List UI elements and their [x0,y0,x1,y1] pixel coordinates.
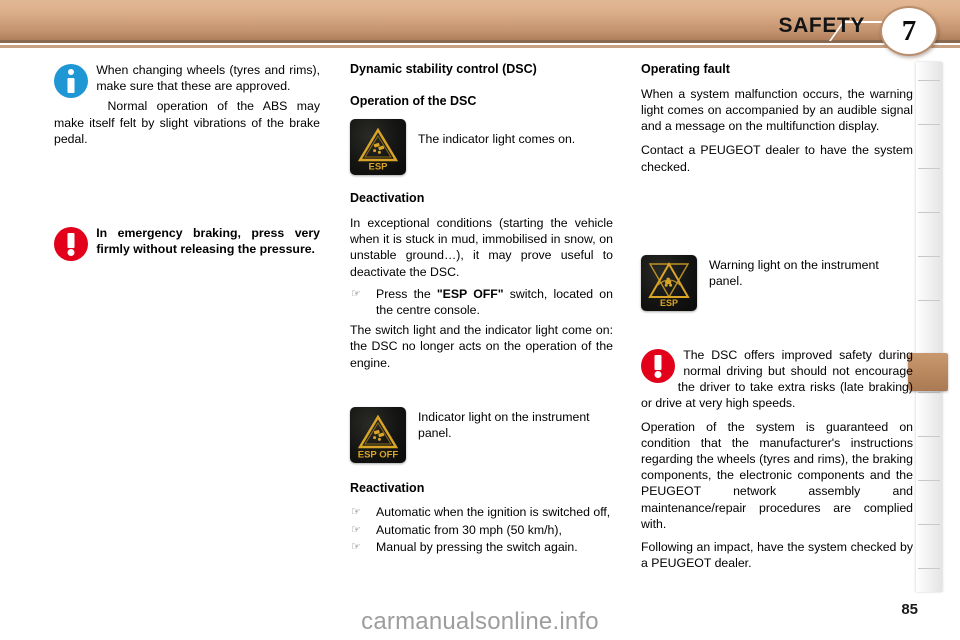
bullet-text-pre: Press the [376,286,437,301]
tab-tick [918,168,940,169]
info-callout: When changing wheels (tyres and rims), m… [54,62,320,147]
pointer-hand-icon: ☞ [351,287,361,300]
list-item: ☞ Manual by pressing the switch again. [350,539,613,555]
dsc-reactivation-heading: Reactivation [350,480,425,495]
svg-text:ESP OFF: ESP OFF [358,449,399,460]
right-column: Operating fault When a system malfunctio… [641,62,913,572]
dsc-deactivation-bullets: ☞ Press the "ESP OFF" switch, located on … [350,286,613,318]
pointer-hand-icon: ☞ [351,506,361,519]
esp-warning-light-row: ESP Warning light on the instrument pane… [641,254,913,311]
tab-tick [918,80,940,81]
site-watermark: carmanualsonline.info [361,608,599,635]
dsc-deactivation-heading: Deactivation [350,191,425,206]
tab-tick [918,212,940,213]
dsc-indicator-row: ESP The indicator light comes on. [350,119,613,176]
page-title: SAFETY [778,14,865,37]
bullet-text-bold: "ESP OFF" [436,286,504,301]
tab-tick [918,524,940,525]
dsc-reactivation-bullets: ☞ Automatic when the ignition is switched… [350,504,613,555]
esp-warning-light-icon: ESP [641,254,697,311]
reactivation-bullet-2: Automatic from 30 mph (50 km/h), [376,522,562,537]
dsc-deactivation-paragraph-1: In exceptional conditions (starting the … [350,215,613,279]
list-item: ☞ Automatic when the ignition is switched… [350,504,613,520]
warning-exclamation-icon [641,348,675,383]
esp-off-indicator-row: ESP OFF Indicator light on the instrumen… [350,406,613,463]
list-item: ☞ Press the "ESP OFF" switch, located on … [350,286,613,318]
info-callout-paragraph-2: Normal operation of the ABS may make its… [54,99,320,146]
dsc-deactivation-paragraph-2: The switch light and the indicator light… [350,323,613,370]
dsc-safety-warning-callout: The DSC offers improved safety during no… [641,347,913,572]
tab-tick [918,392,940,393]
header-rule-tan [0,45,960,48]
svg-text:ESP: ESP [660,298,678,308]
dsc-indicator-caption: The indicator light comes on. [418,132,576,147]
dsc-operation-heading: Operation of the DSC [350,93,477,108]
middle-column: Dynamic stability control (DSC) Operatio… [350,62,613,559]
warning-exclamation-icon [54,227,88,262]
dsc-warning-paragraph-3: Following an impact, have the system che… [641,540,913,571]
emergency-braking-callout: In emergency braking, press very firmly … [54,225,320,273]
reactivation-bullet-3: Manual by pressing the switch again. [376,539,578,554]
dsc-section-title: Dynamic stability control (DSC) [350,62,537,76]
left-column: When changing wheels (tyres and rims), m… [54,62,320,273]
operating-fault-heading: Operating fault [641,62,730,76]
pointer-hand-icon: ☞ [351,540,361,553]
esp-warning-light-caption: Warning light on the instrument panel. [709,257,879,288]
dsc-warning-paragraph-2: Operation of the system is guaranteed on… [641,419,913,531]
list-item: ☞ Automatic from 30 mph (50 km/h), [350,522,613,538]
tab-tick [918,568,940,569]
svg-text:ESP: ESP [368,162,388,173]
info-icon [54,64,88,98]
current-chapter-tab-marker [908,353,948,391]
esp-indicator-light-icon: ESP [350,119,406,176]
reactivation-bullet-1: Automatic when the ignition is switched … [376,505,611,520]
operating-fault-paragraph-2: Contact a PEUGEOT dealer to have the sys… [641,143,913,174]
operating-fault-paragraph-1: When a system malfunction occurs, the wa… [641,86,913,134]
info-callout-paragraph-1: When changing wheels (tyres and rims), m… [96,63,320,94]
tab-tick [918,300,940,301]
tab-tick [918,436,940,437]
chapter-tab-strip [916,62,942,592]
tab-tick [918,124,940,125]
emergency-braking-text: In emergency braking, press very firmly … [96,226,320,257]
pointer-hand-icon: ☞ [351,523,361,536]
tab-tick [918,480,940,481]
esp-off-indicator-light-icon: ESP OFF [350,406,406,463]
dsc-warning-paragraph-1: The DSC offers improved safety during no… [641,347,913,411]
tab-tick [918,256,940,257]
esp-off-caption: Indicator light on the instrument panel. [418,409,590,441]
chapter-number-badge: 7 [880,6,938,56]
chapter-number-value: 7 [901,14,917,47]
